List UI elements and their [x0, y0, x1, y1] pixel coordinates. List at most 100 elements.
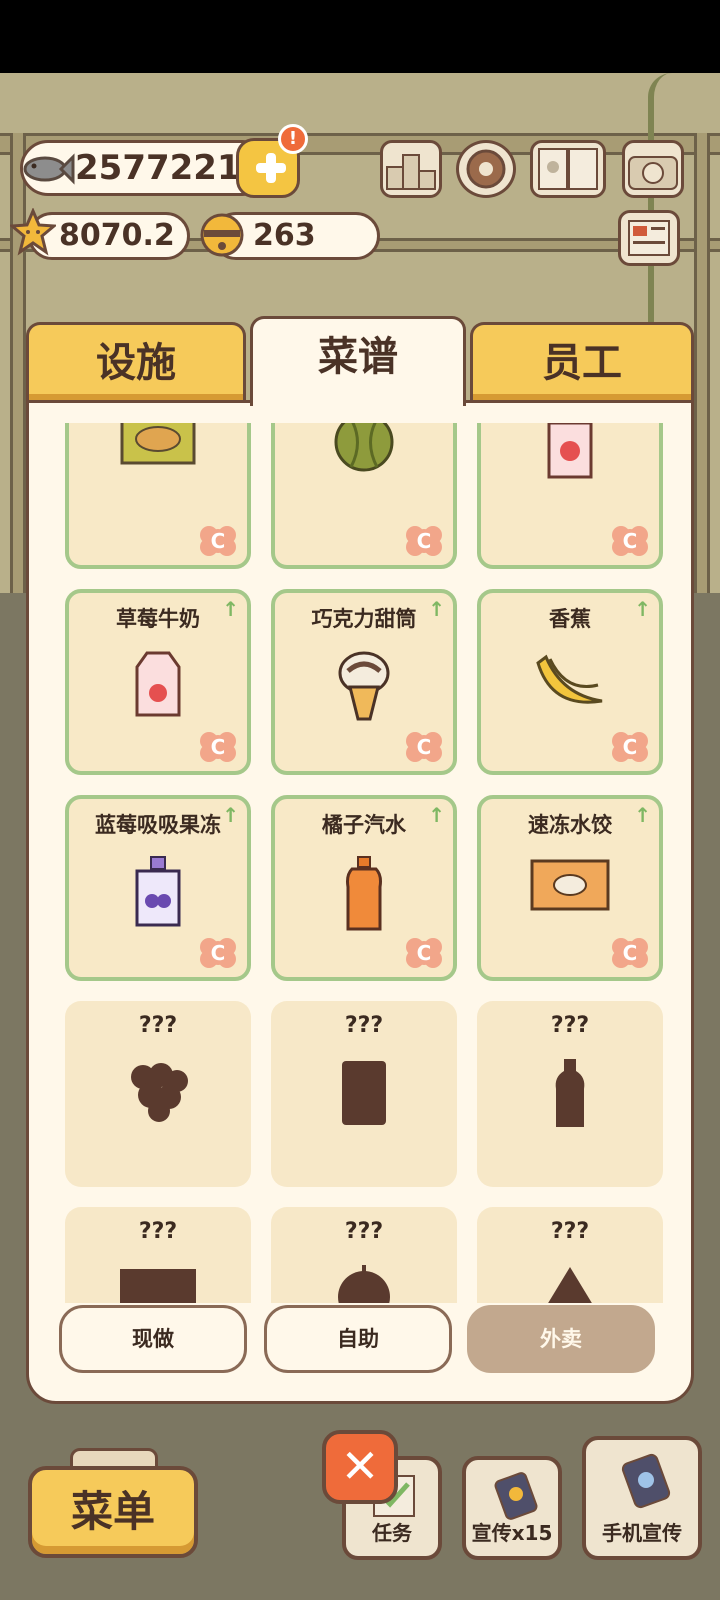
- upgrade-arrow-icon: ↑: [634, 597, 651, 621]
- cooking-badge-icon: C: [199, 523, 237, 557]
- cooking-badge-icon: C: [405, 523, 443, 557]
- bottle-silhouette-icon: [552, 1057, 588, 1133]
- upgrade-arrow-icon: ↑: [222, 597, 239, 621]
- recipe-name: 速冻水饺: [528, 813, 612, 837]
- chocolate-cone-icon: [336, 649, 392, 727]
- cooking-badge-icon: C: [199, 729, 237, 763]
- fruit-silhouette-icon: [334, 1263, 394, 1303]
- recipe-grid-viewport[interactable]: C C C 草莓牛奶 ↑ C 巧克力甜筒 ↑ C 香蕉 ↑ C 蓝莓吸吸果冻 ↑ C 橘子汽水 ↑ C 速冻水饺 ↑ C…: [65, 423, 665, 1303]
- recipe-card[interactable]: C: [477, 423, 663, 569]
- frozen-dumplings-icon: [528, 855, 612, 919]
- status-bar: [0, 0, 720, 73]
- svg-text:C: C: [417, 529, 432, 553]
- svg-text:C: C: [211, 941, 226, 965]
- fish-currency-counter: 2577221: [20, 140, 270, 196]
- recipe-name: ???: [550, 1219, 590, 1244]
- panel-body: C C C 草莓牛奶 ↑ C 巧克力甜筒 ↑ C 香蕉 ↑ C 蓝莓吸吸果冻 ↑ C 橘子汽水 ↑ C 速冻水饺 ↑ C…: [26, 400, 694, 1404]
- camera-icon[interactable]: [622, 140, 684, 198]
- recipe-card[interactable]: 香蕉 ↑ C: [477, 589, 663, 775]
- svg-text:C: C: [417, 941, 432, 965]
- cooking-badge-icon: C: [611, 935, 649, 969]
- recipe-name: ???: [138, 1219, 178, 1244]
- promote-x15-label: 宣传x15: [471, 1521, 553, 1545]
- menu-button[interactable]: 菜单: [28, 1466, 198, 1558]
- scene-post: [10, 133, 26, 593]
- newspaper-icon[interactable]: [618, 210, 680, 266]
- triangle-silhouette-icon: [534, 1263, 606, 1303]
- cooking-badge-icon: C: [611, 523, 649, 557]
- recipe-card-locked[interactable]: ???: [65, 1207, 251, 1303]
- svg-text:C: C: [211, 529, 226, 553]
- tasks-label: 任务: [372, 1521, 412, 1545]
- recipe-card-locked[interactable]: ???: [477, 1207, 663, 1303]
- recipe-card[interactable]: C: [271, 423, 457, 569]
- bell-icon: [200, 213, 244, 257]
- svg-text:C: C: [623, 529, 638, 553]
- recipe-book-icon[interactable]: [530, 140, 606, 198]
- fish-count: 2577221: [75, 148, 241, 188]
- upgrade-arrow-icon: ↑: [634, 803, 651, 827]
- recipe-name: ???: [550, 1013, 590, 1038]
- recipe-card[interactable]: 速冻水饺 ↑ C: [477, 795, 663, 981]
- self-service-button[interactable]: 自助: [264, 1305, 452, 1373]
- promote-x15-button[interactable]: 宣传x15: [462, 1456, 562, 1560]
- strawberry-milk-icon: [131, 649, 185, 723]
- recipe-name: 橘子汽水: [322, 813, 406, 837]
- recipe-name: ???: [344, 1013, 384, 1038]
- recipe-card[interactable]: 蓝莓吸吸果冻 ↑ C: [65, 795, 251, 981]
- upgrade-arrow-icon: ↑: [428, 597, 445, 621]
- recipe-card[interactable]: 橘子汽水 ↑ C: [271, 795, 457, 981]
- star-rating-value: 8070.2: [59, 218, 175, 253]
- recipe-card[interactable]: 草莓牛奶 ↑ C: [65, 589, 251, 775]
- phone-promote-label: 手机宣传: [602, 1521, 682, 1545]
- orange-soda-icon: [342, 855, 386, 937]
- tab-staff[interactable]: 员工: [470, 322, 694, 402]
- scene-post: [694, 133, 710, 593]
- tab-facilities[interactable]: 设施: [26, 322, 246, 402]
- cooking-badge-icon: C: [405, 729, 443, 763]
- strawberry-jelly-pouch-icon: [543, 423, 597, 487]
- recipe-name: ???: [344, 1219, 384, 1244]
- leaderboard-icon[interactable]: [380, 140, 442, 198]
- pack-silhouette-icon: [116, 1263, 200, 1303]
- svg-text:C: C: [211, 735, 226, 759]
- recipe-name: 蓝莓吸吸果冻: [95, 813, 221, 837]
- catalog-panel: 设施 员工 C C C 草莓牛奶 ↑ C 巧克力甜筒 ↑ C 香蕉 ↑ C 蓝莓吸吸果冻 ↑ C 橘子汽水 ↑ C…: [26, 316, 694, 1404]
- banana-icon: [532, 649, 608, 719]
- upgrade-arrow-icon: ↑: [428, 803, 445, 827]
- bell-count: 263: [253, 218, 316, 253]
- svg-text:C: C: [623, 735, 638, 759]
- fish-icon: [23, 153, 75, 185]
- recipe-card[interactable]: C: [65, 423, 251, 569]
- gear-icon[interactable]: [456, 140, 516, 198]
- delivery-button[interactable]: 外卖: [467, 1305, 655, 1373]
- blueberry-jelly-icon: [131, 855, 185, 935]
- phone-icon: [621, 1453, 671, 1509]
- cooking-badge-icon: C: [405, 935, 443, 969]
- watermelon-icon: [331, 423, 397, 477]
- recipe-card-locked[interactable]: ???: [271, 1001, 457, 1187]
- phone-promote-button[interactable]: 手机宣传: [582, 1436, 702, 1560]
- jar-silhouette-icon: [338, 1057, 390, 1133]
- recipe-name: 巧克力甜筒: [311, 607, 417, 631]
- tab-recipes[interactable]: 菜谱: [250, 316, 466, 406]
- recipe-card[interactable]: 巧克力甜筒 ↑ C: [271, 589, 457, 775]
- alert-badge: !: [278, 124, 308, 154]
- phone-icon: [494, 1472, 538, 1520]
- grapes-silhouette-icon: [123, 1057, 193, 1127]
- dine-in-button[interactable]: 现做: [59, 1305, 247, 1373]
- star-icon: [10, 208, 56, 256]
- upgrade-arrow-icon: ↑: [222, 803, 239, 827]
- svg-text:C: C: [623, 941, 638, 965]
- recipe-name: 香蕉: [549, 607, 591, 631]
- recipe-card-locked[interactable]: ???: [477, 1001, 663, 1187]
- cooking-badge-icon: C: [611, 729, 649, 763]
- svg-text:C: C: [417, 735, 432, 759]
- recipe-card-locked[interactable]: ???: [271, 1207, 457, 1303]
- recipe-name: ???: [138, 1013, 178, 1038]
- cooking-badge-icon: C: [199, 935, 237, 969]
- close-button[interactable]: ✕: [322, 1430, 398, 1504]
- taiyaki-pack-icon: [118, 423, 198, 473]
- recipe-card-locked[interactable]: ???: [65, 1001, 251, 1187]
- recipe-name: 草莓牛奶: [116, 607, 200, 631]
